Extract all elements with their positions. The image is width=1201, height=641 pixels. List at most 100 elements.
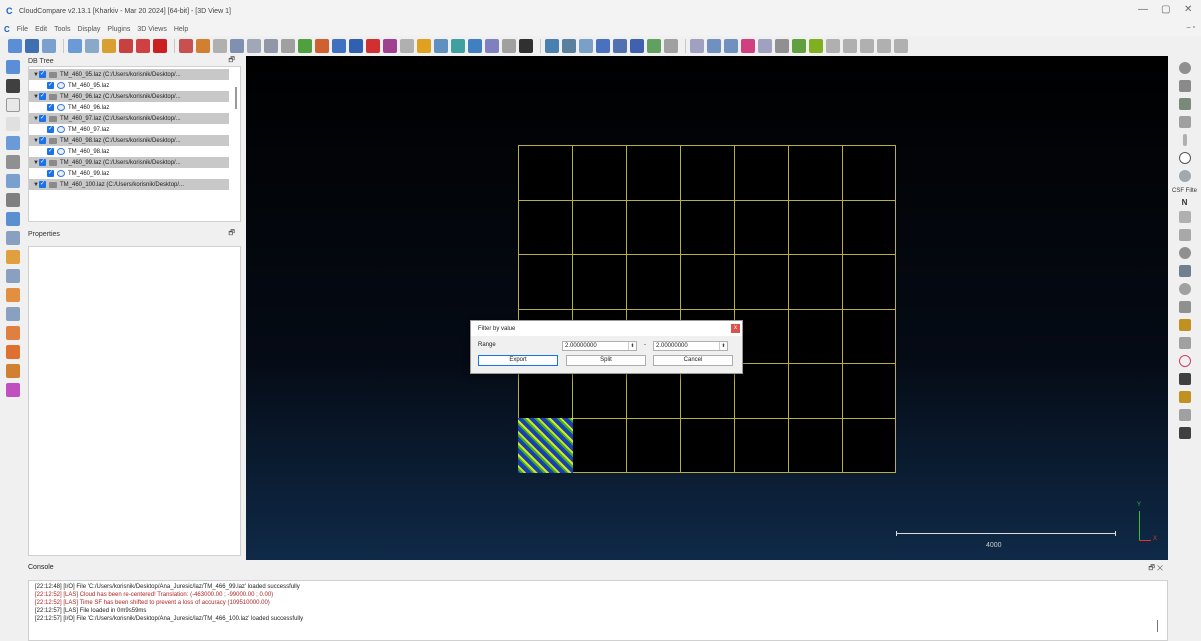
sphere-icon[interactable] xyxy=(664,39,678,53)
range-max-input[interactable]: 2.00000000 ⬍ xyxy=(653,341,728,351)
checkbox[interactable]: ✓ xyxy=(47,170,54,177)
checkbox[interactable]: ✓ xyxy=(39,93,46,100)
puzzle-icon[interactable] xyxy=(1178,229,1191,241)
segment-icon[interactable] xyxy=(119,39,133,53)
checkbox[interactable]: ✓ xyxy=(39,137,46,144)
ring-icon[interactable] xyxy=(1178,355,1191,367)
bottom-view-icon[interactable] xyxy=(6,326,20,340)
menu-3d-views[interactable]: 3D Views xyxy=(137,26,166,33)
layer-icon[interactable] xyxy=(613,39,627,53)
menu-help[interactable]: Help xyxy=(174,26,188,33)
render-icon[interactable] xyxy=(630,39,644,53)
normals-icon[interactable] xyxy=(264,39,278,53)
iso-view-1-icon[interactable] xyxy=(6,345,20,359)
tree-item-cloud[interactable]: ✓ TM_460_95.laz xyxy=(29,80,229,91)
clone-icon[interactable] xyxy=(42,39,56,53)
spider-icon[interactable] xyxy=(1178,319,1191,331)
canupo-icon[interactable] xyxy=(792,39,806,53)
tree-scrollbar[interactable] xyxy=(235,87,237,109)
checkbox[interactable]: ✓ xyxy=(39,159,46,166)
checkbox[interactable]: ✓ xyxy=(47,104,54,111)
sor-icon[interactable] xyxy=(332,39,346,53)
console-window-controls[interactable]: 🗗 ✕ xyxy=(1148,564,1163,575)
save-icon[interactable] xyxy=(25,39,39,53)
translate-icon[interactable] xyxy=(136,39,150,53)
tree-item-group[interactable]: ▼ ✓ TM_460_97.laz (C:/Users/korisnik/Deskt… xyxy=(29,113,229,124)
clear-icon[interactable] xyxy=(1178,62,1191,74)
histogram-icon[interactable] xyxy=(434,39,448,53)
back-view-icon[interactable] xyxy=(6,288,20,302)
raster-2-icon[interactable] xyxy=(1178,98,1191,110)
menu-file[interactable]: File xyxy=(17,26,28,33)
right-view-icon[interactable] xyxy=(6,307,20,321)
gear-plugin-icon[interactable] xyxy=(1178,283,1191,295)
checkbox[interactable]: ✓ xyxy=(39,181,46,188)
tree-plugin-icon[interactable] xyxy=(1178,301,1191,313)
cc-icon[interactable] xyxy=(298,39,312,53)
tree-item-group[interactable]: ▼ ✓ TM_460_95.laz (C:/Users/korisnik/Deskt… xyxy=(29,69,229,80)
network-icon[interactable] xyxy=(1178,427,1191,439)
settings-icon[interactable] xyxy=(213,39,227,53)
plugin-circle-icon[interactable] xyxy=(1178,247,1191,259)
top-view-icon[interactable] xyxy=(6,231,20,245)
checkbox[interactable]: ✓ xyxy=(39,115,46,122)
layers-icon[interactable] xyxy=(1178,337,1191,349)
ortho-icon[interactable] xyxy=(562,39,576,53)
facets-icon[interactable] xyxy=(809,39,823,53)
checkbox[interactable]: ✓ xyxy=(47,126,54,133)
tree-item-cloud[interactable]: ✓ TM_460_97.laz xyxy=(29,124,229,135)
minimize-button[interactable]: — xyxy=(1138,5,1148,15)
center-icon[interactable] xyxy=(6,193,20,207)
export-button[interactable]: Export xyxy=(478,355,558,366)
menu-edit[interactable]: Edit xyxy=(35,26,47,33)
ransac-icon[interactable] xyxy=(758,39,772,53)
grid-plugin-icon[interactable] xyxy=(1178,265,1191,277)
3d-view[interactable]: 4000 Y X xyxy=(246,56,1168,560)
restore-button[interactable]: ▢ xyxy=(1161,5,1170,15)
add-sf-icon[interactable] xyxy=(468,39,482,53)
view-icon[interactable] xyxy=(545,39,559,53)
pivot-icon[interactable] xyxy=(6,136,20,150)
qanimation-icon[interactable] xyxy=(877,39,891,53)
hough-icon[interactable] xyxy=(741,39,755,53)
distance-icon[interactable] xyxy=(417,39,431,53)
mls-icon[interactable] xyxy=(724,39,738,53)
console-scrollbar[interactable] xyxy=(1157,620,1158,632)
tree-item-group[interactable]: ▼ ✓ TM_460_98.laz (C:/Users/korisnik/Deskt… xyxy=(29,135,229,146)
spin-arrows-icon[interactable]: ⬍ xyxy=(628,342,636,350)
tree-item-cloud[interactable]: ✓ TM_460_96.laz xyxy=(29,102,229,113)
checkbox[interactable]: ✓ xyxy=(47,148,54,155)
tree-item-group[interactable]: ▼ ✓ TM_460_100.laz (C:/Users/korisnik/Desk… xyxy=(29,179,229,190)
cross-section-icon[interactable] xyxy=(366,39,380,53)
zoom-1-1-icon[interactable] xyxy=(6,98,20,112)
level-icon[interactable] xyxy=(6,174,20,188)
plugin-icon[interactable] xyxy=(690,39,704,53)
iso-view-2-icon[interactable] xyxy=(6,364,20,378)
split-button[interactable]: Split xyxy=(566,355,646,366)
list-icon[interactable] xyxy=(85,39,99,53)
camera-icon[interactable] xyxy=(6,79,20,93)
filter-icon[interactable] xyxy=(485,39,499,53)
eye-icon[interactable] xyxy=(647,39,661,53)
tree-item-cloud[interactable]: ✓ TM_460_98.laz xyxy=(29,146,229,157)
front-view-icon[interactable] xyxy=(6,250,20,264)
menu-plugins[interactable]: Plugins xyxy=(107,26,130,33)
open-icon[interactable] xyxy=(8,39,22,53)
shade-icon[interactable] xyxy=(843,39,857,53)
delete-icon[interactable] xyxy=(153,39,167,53)
chat-icon[interactable] xyxy=(1178,211,1191,223)
sf-export-icon[interactable] xyxy=(519,39,533,53)
register-icon[interactable] xyxy=(400,39,414,53)
tree-item-group[interactable]: ▼ ✓ TM_460_96.laz (C:/Users/korisnik/Deskt… xyxy=(29,91,229,102)
north-icon[interactable]: N xyxy=(1182,198,1188,207)
spin-arrows-icon[interactable]: ⬍ xyxy=(719,342,727,350)
point-list-icon[interactable] xyxy=(196,39,210,53)
stereo-icon[interactable] xyxy=(6,383,20,397)
cancel-button[interactable]: Cancel xyxy=(653,355,733,366)
close-window-button[interactable]: ✕ xyxy=(1184,5,1192,15)
checkbox[interactable]: ✓ xyxy=(47,82,54,89)
menu-tools[interactable]: Tools xyxy=(54,26,70,33)
sf-arith-icon[interactable] xyxy=(502,39,516,53)
left-view-icon[interactable] xyxy=(6,269,20,283)
magnet-icon[interactable] xyxy=(1178,373,1191,385)
